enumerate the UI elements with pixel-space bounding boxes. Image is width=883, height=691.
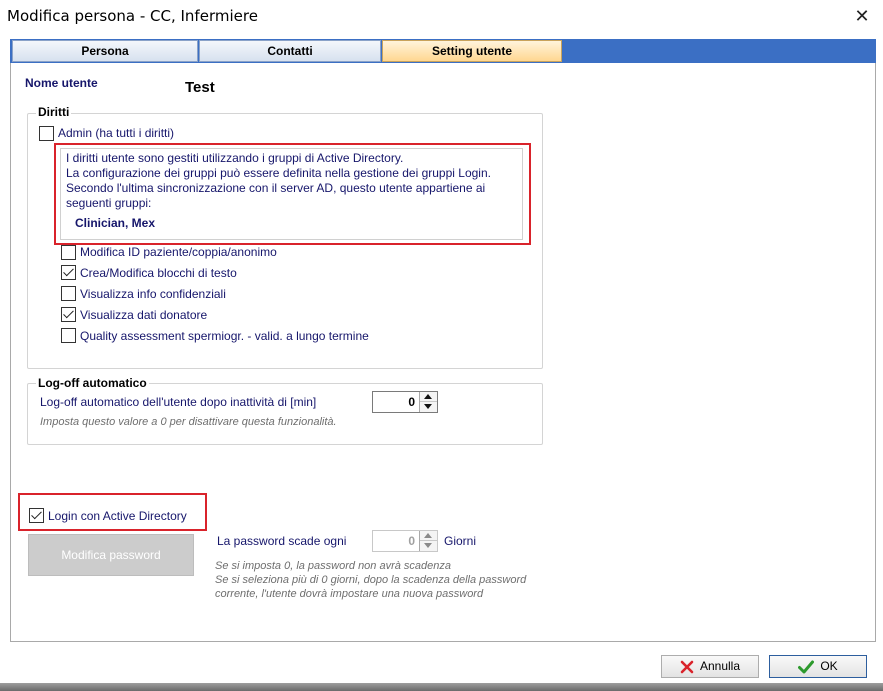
- logoff-hint: Imposta questo valore a 0 per disattivar…: [40, 416, 337, 428]
- spinner-arrows: [419, 531, 437, 551]
- username-label: Nome utente: [25, 76, 98, 90]
- right-label: Visualizza info confidenziali: [80, 287, 226, 301]
- right-checkbox-blocchi-testo[interactable]: [61, 265, 76, 280]
- right-checkbox-dati-donatore[interactable]: [61, 307, 76, 322]
- tab-setting-utente[interactable]: Setting utente: [382, 40, 562, 62]
- ad-login-checkbox[interactable]: [29, 508, 44, 523]
- tab-persona[interactable]: Persona: [12, 40, 198, 62]
- spinner-up-icon[interactable]: [420, 392, 437, 402]
- right-label: Modifica ID paziente/coppia/anonimo: [80, 245, 277, 259]
- logoff-minutes-value: 0: [408, 395, 415, 409]
- username-value: Test: [185, 79, 215, 96]
- spinner-up-icon[interactable]: [420, 531, 437, 541]
- logoff-group: [27, 383, 543, 445]
- logoff-group-title: Log-off automatico: [36, 376, 149, 390]
- spinner-down-icon[interactable]: [420, 402, 437, 412]
- ok-label: OK: [820, 659, 838, 673]
- check-icon: [798, 660, 815, 674]
- right-checkbox-info-confidenziali[interactable]: [61, 286, 76, 301]
- logoff-label: Log-off automatico dell'utente dopo inat…: [40, 395, 317, 409]
- spinner-down-icon[interactable]: [420, 541, 437, 551]
- admin-checkbox[interactable]: [39, 126, 54, 141]
- ad-login-label: Login con Active Directory: [48, 509, 187, 523]
- right-label: Crea/Modifica blocchi di testo: [80, 266, 237, 280]
- right-checkbox-quality-assessment[interactable]: [61, 328, 76, 343]
- password-expiry-label: La password scade ogni: [217, 534, 347, 548]
- cancel-button[interactable]: Annulla: [661, 655, 759, 678]
- window-titlebar: Modifica persona - CC, Infermiere ✕: [0, 0, 883, 33]
- background-taskbar-strip: [0, 683, 883, 691]
- cancel-label: Annulla: [699, 659, 741, 673]
- right-checkbox-modifica-id[interactable]: [61, 245, 76, 260]
- tab-contatti[interactable]: Contatti: [199, 40, 381, 62]
- close-icon[interactable]: ✕: [847, 4, 877, 28]
- spinner-arrows: [419, 392, 437, 412]
- right-label: Quality assessment spermiogr. - valid. a…: [80, 329, 369, 343]
- x-icon: [680, 660, 694, 674]
- right-label: Visualizza dati donatore: [80, 308, 208, 322]
- password-expiry-spinner[interactable]: 0: [372, 530, 438, 552]
- tab-label: Contatti: [267, 44, 313, 58]
- password-expiry-value: 0: [408, 534, 415, 548]
- rights-group-title: Diritti: [36, 105, 72, 119]
- change-password-button[interactable]: Modifica password: [28, 534, 194, 576]
- window-title: Modifica persona - CC, Infermiere: [7, 7, 258, 25]
- password-hint: Se si imposta 0, la password non avrà sc…: [215, 560, 452, 572]
- admin-label: Admin (ha tutti i diritti): [58, 126, 175, 140]
- ad-info-line: seguenti gruppi:: [66, 196, 152, 210]
- ad-info-line: Secondo l'ultima sincronizzazione con il…: [66, 181, 486, 195]
- password-hint: corrente, l'utente dovrà impostare una n…: [215, 588, 484, 600]
- ok-button[interactable]: OK: [769, 655, 867, 678]
- logoff-minutes-spinner[interactable]: 0: [372, 391, 438, 413]
- ad-info-text: I diritti utente sono gestiti utilizzand…: [66, 151, 491, 211]
- ad-groups-value: Clinician, Mex: [75, 216, 156, 230]
- password-hint: Se si seleziona più di 0 giorni, dopo la…: [215, 574, 527, 586]
- ad-info-line: I diritti utente sono gestiti utilizzand…: [66, 151, 404, 165]
- password-expiry-unit: Giorni: [444, 534, 477, 548]
- tab-label: Setting utente: [432, 44, 512, 58]
- tab-strip: Persona Contatti Setting utente: [10, 39, 876, 63]
- ad-info-line: La configurazione dei gruppi può essere …: [66, 166, 491, 180]
- tab-label: Persona: [81, 44, 129, 58]
